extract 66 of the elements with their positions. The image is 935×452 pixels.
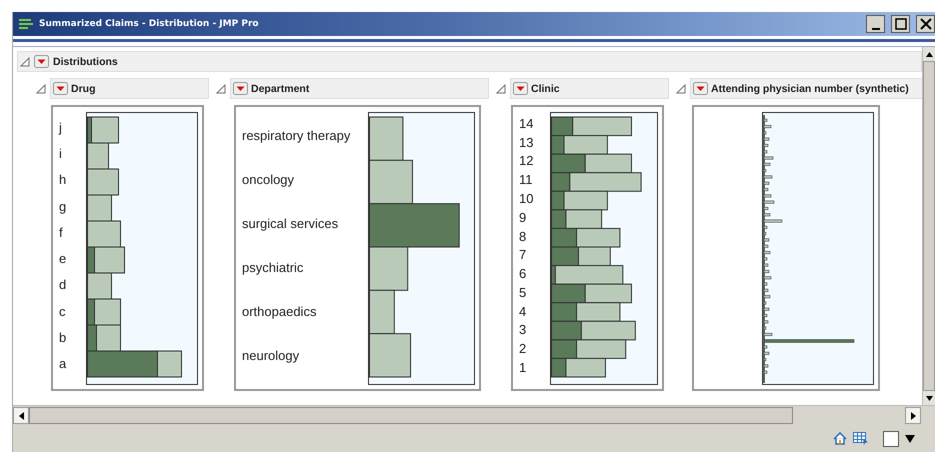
popup-menu-icon[interactable] (34, 55, 49, 68)
right-arrow-icon (910, 412, 916, 420)
category-label: i (59, 146, 63, 160)
maximize-button[interactable] (891, 15, 910, 33)
category-label: orthopaedics (242, 304, 318, 318)
minimize-icon (872, 28, 880, 30)
disclosure-triangle-icon[interactable] (216, 84, 226, 94)
scroll-left-button[interactable] (13, 407, 29, 424)
dropdown-icon[interactable] (905, 434, 915, 442)
vertical-scrollbar[interactable] (922, 47, 935, 405)
category-label: 10 (519, 192, 534, 206)
category-label: respiratory therapy (242, 129, 352, 142)
category-label: 12 (519, 154, 534, 168)
scroll-down-icon[interactable] (926, 396, 932, 400)
category-label: 14 (519, 116, 534, 130)
category-label: c (59, 304, 66, 318)
category-label: oncology (242, 173, 296, 186)
close-icon (920, 18, 932, 30)
category-label: e (59, 252, 68, 266)
disclosure-triangle-icon[interactable] (36, 84, 46, 94)
horizontal-scrollbar[interactable] (13, 405, 935, 425)
scrollbar-thumb[interactable] (29, 407, 793, 424)
popup-menu-icon[interactable] (693, 82, 708, 95)
checkbox-icon[interactable] (883, 430, 899, 446)
outline-title: Distributions (53, 56, 118, 68)
scroll-right-button[interactable] (905, 407, 921, 424)
category-label: 13 (519, 136, 534, 149)
panel-title: Clinic (531, 82, 560, 94)
category-label: f (59, 226, 64, 239)
menu-icon[interactable] (19, 19, 33, 29)
category-label: 1 (519, 361, 528, 374)
panel-title: Department (251, 82, 310, 94)
category-label: 8 (519, 230, 528, 243)
panel-title: Drug (71, 82, 96, 94)
category-label: 2 (519, 342, 528, 356)
minimize-button[interactable] (866, 15, 885, 33)
panel-title: Attending physician number (synthetic) (711, 82, 909, 94)
disclosure-triangle-icon[interactable] (496, 84, 506, 94)
popup-menu-icon[interactable] (513, 82, 528, 95)
category-label: 11 (519, 173, 534, 186)
category-label: h (59, 173, 68, 186)
category-label: 3 (519, 323, 528, 336)
left-arrow-icon (18, 412, 24, 420)
data-grid-icon[interactable] (853, 432, 869, 445)
category-label: 5 (519, 286, 528, 299)
category-label: 6 (519, 267, 528, 280)
category-label: psychiatric (242, 260, 304, 274)
scroll-up-icon[interactable] (926, 52, 932, 56)
category-label: d (59, 278, 68, 292)
category-label: b (59, 331, 68, 344)
category-label: 4 (519, 304, 528, 318)
window-title: Summarized Claims - Distribution - JMP Pro (39, 19, 260, 29)
popup-menu-icon[interactable] (233, 82, 248, 95)
category-label: 9 (519, 210, 528, 224)
close-button[interactable] (916, 15, 935, 33)
category-label: a (59, 357, 68, 370)
popup-menu-icon[interactable] (53, 82, 68, 95)
disclosure-triangle-icon[interactable] (676, 84, 686, 94)
category-label: 7 (519, 248, 528, 262)
home-icon[interactable] (833, 432, 847, 445)
category-label: neurology (242, 348, 300, 362)
maximize-icon (894, 18, 906, 30)
disclosure-triangle-icon[interactable] (20, 56, 30, 66)
category-label: surgical services (242, 217, 340, 230)
category-label: j (59, 120, 63, 134)
category-label: g (59, 200, 68, 213)
